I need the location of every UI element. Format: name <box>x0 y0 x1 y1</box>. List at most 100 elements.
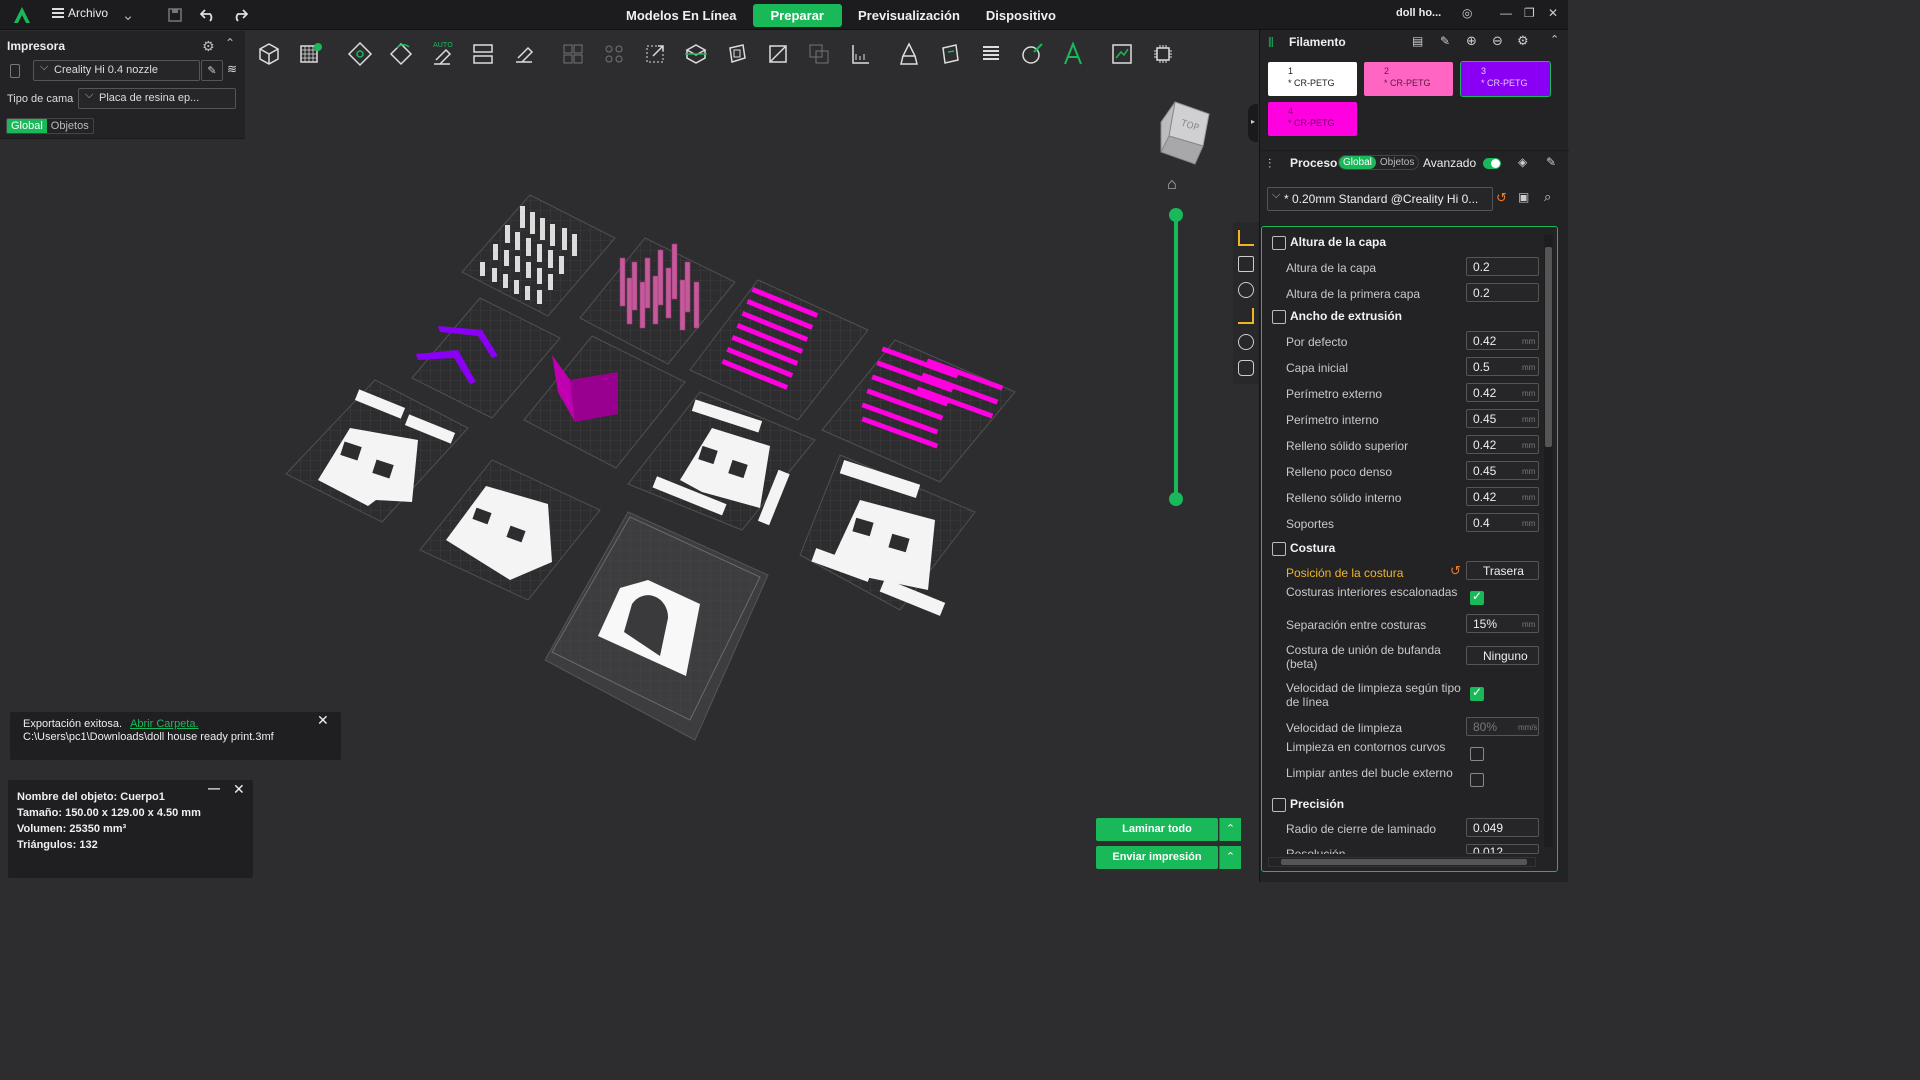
process-category-bar <box>1233 222 1259 384</box>
scarf-seam-label: Costura de unión de bufanda (beta) <box>1286 643 1441 671</box>
advanced-label: Avanzado <box>1423 156 1477 170</box>
filament-slot-3-name: * CR-PETG <box>1481 78 1528 88</box>
process-sliders-icon: ⫶ <box>1268 156 1272 171</box>
first-layer-height-label: Altura de la primera capa <box>1286 287 1421 301</box>
filament-slot-4-number: 4 <box>1288 106 1294 116</box>
filament-sync-icon[interactable]: ▤ <box>1412 34 1423 48</box>
filament-title: Filamento <box>1289 35 1346 49</box>
process-compare-icon[interactable]: ◈ <box>1518 155 1527 169</box>
section-precision: Precisión <box>1272 797 1344 812</box>
process-preset-select[interactable]: * 0.20mm Standard @Creality Hi 0... <box>1267 187 1493 211</box>
inner-wall-width-unit: mm <box>1522 415 1536 424</box>
slice-closing-radius-input[interactable]: 0.049 <box>1466 818 1539 837</box>
staggered-seams-checkbox[interactable] <box>1470 589 1484 605</box>
print-options-chevron-icon[interactable]: ⌃ <box>1219 846 1241 869</box>
multimaterial-icon[interactable] <box>1238 334 1254 350</box>
process-edit-icon[interactable]: ✎ <box>1546 155 1556 169</box>
support-width-label: Soportes <box>1286 517 1335 531</box>
layer-slider-top-handle[interactable] <box>1169 208 1183 222</box>
layer-slider-track[interactable] <box>1174 216 1178 501</box>
outer-wall-width-label: Perímetro externo <box>1286 387 1383 401</box>
object-info-panel: Nombre del objeto: Cuerpo1 Tamaño: 150.0… <box>8 780 253 878</box>
collapse-right-panel-icon[interactable]: ▸ <box>1248 104 1258 142</box>
settings-horizontal-scrollbar[interactable] <box>1268 857 1536 867</box>
section-layer-height: Altura de la capa <box>1272 235 1386 250</box>
filament-icon: ⦀ <box>1268 35 1274 50</box>
wipe-curved-checkbox[interactable] <box>1470 747 1484 761</box>
filament-slot-3-number: 3 <box>1481 66 1487 76</box>
filament-settings-icon[interactable]: ⚙ <box>1517 33 1529 49</box>
inner-wall-width-label: Perímetro interno <box>1286 413 1379 427</box>
support-width-unit: mm <box>1522 519 1536 528</box>
strength-icon[interactable] <box>1238 256 1254 272</box>
wipe-before-checkbox[interactable] <box>1470 773 1484 787</box>
settings-scroll-thumb[interactable] <box>1545 247 1552 447</box>
settings-horizontal-scroll-thumb[interactable] <box>1281 859 1527 865</box>
process-settings-list: Altura de la capa Altura de la capa 0.2 … <box>1261 226 1558 872</box>
quality-icon[interactable] <box>1238 230 1254 246</box>
outer-wall-width-unit: mm <box>1522 389 1536 398</box>
seam-position-select[interactable]: Trasera <box>1466 561 1539 580</box>
home-view-icon[interactable]: ⌂ <box>1167 176 1177 194</box>
resolution-input[interactable]: 0.012 <box>1466 844 1539 854</box>
process-header: ⫶ Proceso Global Objetos Avanzado ◈ ✎ <box>1260 150 1569 182</box>
send-print-button[interactable]: Enviar impresión <box>1096 846 1218 869</box>
process-title: Proceso <box>1290 156 1338 170</box>
scarf-seam-select[interactable]: Ninguno <box>1466 646 1539 665</box>
speed-icon[interactable] <box>1238 282 1254 298</box>
settings-scrollbar[interactable] <box>1544 235 1553 847</box>
others-icon[interactable] <box>1238 360 1254 376</box>
search-icon[interactable]: ⌕ <box>1544 189 1551 205</box>
initial-layer-width-unit: mm <box>1522 363 1536 372</box>
view-cube[interactable]: TOP <box>1153 100 1210 165</box>
internal-solid-width-unit: mm <box>1522 493 1536 502</box>
slice-closing-radius-label: Radio de cierre de laminado <box>1286 822 1437 836</box>
settings-sidebar: ⦀ Filamento ▤ ✎ ⊕ ⊖ ⚙ ⌃ 1 * CR-PETG 2 * … <box>1259 30 1569 882</box>
reset-seam-icon[interactable]: ↺ <box>1450 563 1461 579</box>
process-objects-button[interactable]: Objetos <box>1376 156 1418 169</box>
seam-gap-unit: mm <box>1522 620 1536 629</box>
top-solid-width-label: Relleno sólido superior <box>1286 439 1409 453</box>
export-toast: Exportación exitosa. Abrir Carpeta. C:\Us… <box>10 712 341 760</box>
close-toast-icon[interactable]: ✕ <box>317 713 329 727</box>
slice-options-chevron-icon[interactable]: ⌃ <box>1219 818 1241 841</box>
sparse-infill-width-unit: mm <box>1522 467 1536 476</box>
3d-viewport[interactable]: TOP ⌂ <box>245 72 1257 882</box>
open-folder-link[interactable]: Abrir Carpeta. <box>130 718 198 730</box>
reset-preset-icon[interactable]: ↺ <box>1496 190 1507 206</box>
close-info-icon[interactable]: ✕ <box>233 781 245 797</box>
advanced-toggle[interactable] <box>1483 158 1501 169</box>
wipe-before-label: Limpiar antes del bucle externo <box>1286 766 1453 780</box>
layer-height-input[interactable]: 0.2 <box>1466 257 1539 276</box>
filament-slot-4[interactable]: 4 * CR-PETG <box>1268 102 1357 136</box>
filament-slot-1[interactable]: 1 * CR-PETG <box>1268 62 1357 96</box>
wipe-speed-by-type-label: Velocidad de limpieza según tipo de líne… <box>1286 681 1461 709</box>
default-width-unit: mm <box>1522 337 1536 346</box>
minimize-info-icon[interactable]: — <box>208 780 220 796</box>
layer-height-label: Altura de la capa <box>1286 261 1377 275</box>
default-width-label: Por defecto <box>1286 335 1348 349</box>
process-global-button[interactable]: Global <box>1339 156 1376 169</box>
filament-slot-4-name: * CR-PETG <box>1288 118 1335 128</box>
save-preset-icon[interactable]: ▣ <box>1518 190 1529 204</box>
seam-position-label: Posición de la costura <box>1286 566 1404 580</box>
first-layer-height-input[interactable]: 0.2 <box>1466 283 1539 302</box>
layer-slider-bottom-handle[interactable] <box>1169 492 1183 506</box>
add-filament-icon[interactable]: ⊕ <box>1466 33 1477 49</box>
slice-all-button[interactable]: Laminar todo <box>1096 818 1218 841</box>
support-settings-icon[interactable] <box>1238 308 1254 324</box>
object-volume: Volumen: 25350 mm³ <box>17 823 127 835</box>
wipe-speed-label: Velocidad de limpieza <box>1286 721 1403 735</box>
toast-message: Exportación exitosa. <box>23 718 123 730</box>
filament-edit-icon[interactable]: ✎ <box>1440 34 1450 48</box>
remove-filament-icon[interactable]: ⊖ <box>1492 33 1503 49</box>
wipe-speed-by-type-checkbox[interactable] <box>1470 685 1484 701</box>
filament-slot-2[interactable]: 2 * CR-PETG <box>1364 62 1453 96</box>
section-extrusion-width: Ancho de extrusión <box>1272 309 1402 324</box>
filament-slot-1-name: * CR-PETG <box>1288 78 1335 88</box>
collapse-filament-icon[interactable]: ⌃ <box>1550 33 1559 46</box>
app-window: Archivo ⌄ Modelos En Línea Preparar Prev… <box>0 0 1569 882</box>
filament-slot-1-number: 1 <box>1288 66 1294 76</box>
filament-slot-2-number: 2 <box>1384 66 1390 76</box>
filament-slot-3[interactable]: 3 * CR-PETG <box>1460 61 1551 97</box>
